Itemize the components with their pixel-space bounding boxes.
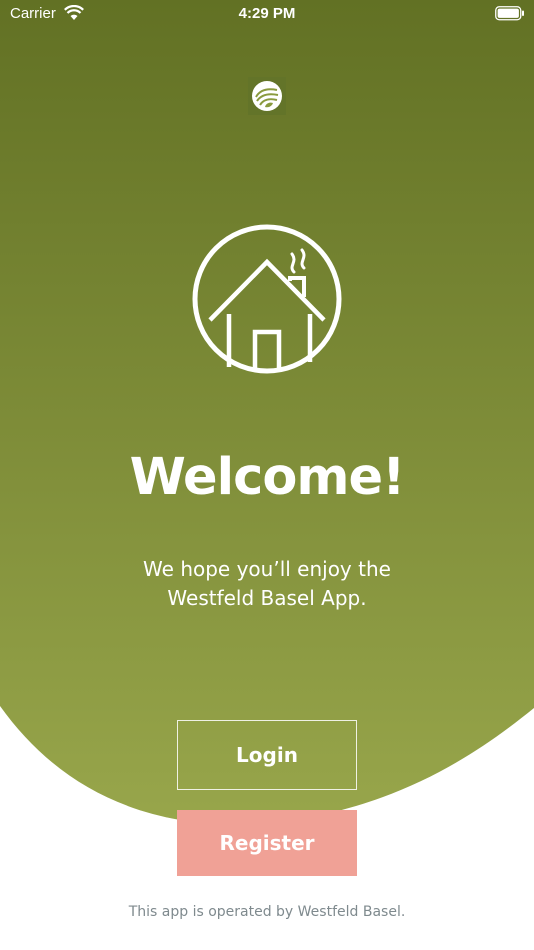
welcome-subtitle: We hope you’ll enjoy the Westfeld Basel … — [143, 557, 391, 610]
battery-icon — [495, 6, 524, 21]
status-bar: Carrier 4:29 PM — [0, 0, 534, 28]
house-icon — [192, 224, 342, 374]
clock: 4:29 PM — [238, 5, 296, 22]
westfeld-logo-icon — [252, 81, 282, 111]
login-button[interactable]: Login — [177, 720, 357, 790]
register-button[interactable]: Register — [177, 810, 357, 876]
footer-operator-note: This app is operated by Westfeld Basel. — [128, 904, 406, 920]
brand-logo — [248, 77, 286, 115]
welcome-title: Welcome! — [129, 448, 406, 507]
